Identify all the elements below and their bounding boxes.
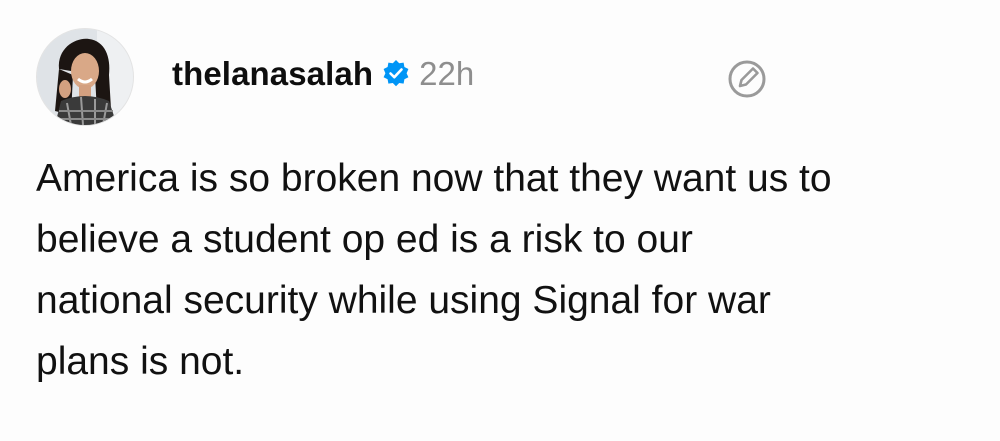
post-body-line: national security while using Signal for… [36,279,771,322]
edit-pencil-icon[interactable] [724,56,770,102]
post-card: thelanasalah 22h America is so broken no… [0,0,1000,441]
post-body-line: plans is not. [36,340,245,383]
post-body-line: believe a student op ed is a risk to our [36,218,693,261]
verified-badge-icon [381,59,411,89]
avatar-image [37,29,133,125]
post-header: thelanasalah 22h [36,28,474,126]
post-body-line: America is so broken now that they want … [36,157,832,200]
author-row: thelanasalah 22h [172,55,474,93]
post-body: America is so broken now that they want … [36,148,976,392]
avatar[interactable] [36,28,134,126]
timestamp: 22h [419,55,475,92]
username[interactable]: thelanasalah [172,55,373,93]
